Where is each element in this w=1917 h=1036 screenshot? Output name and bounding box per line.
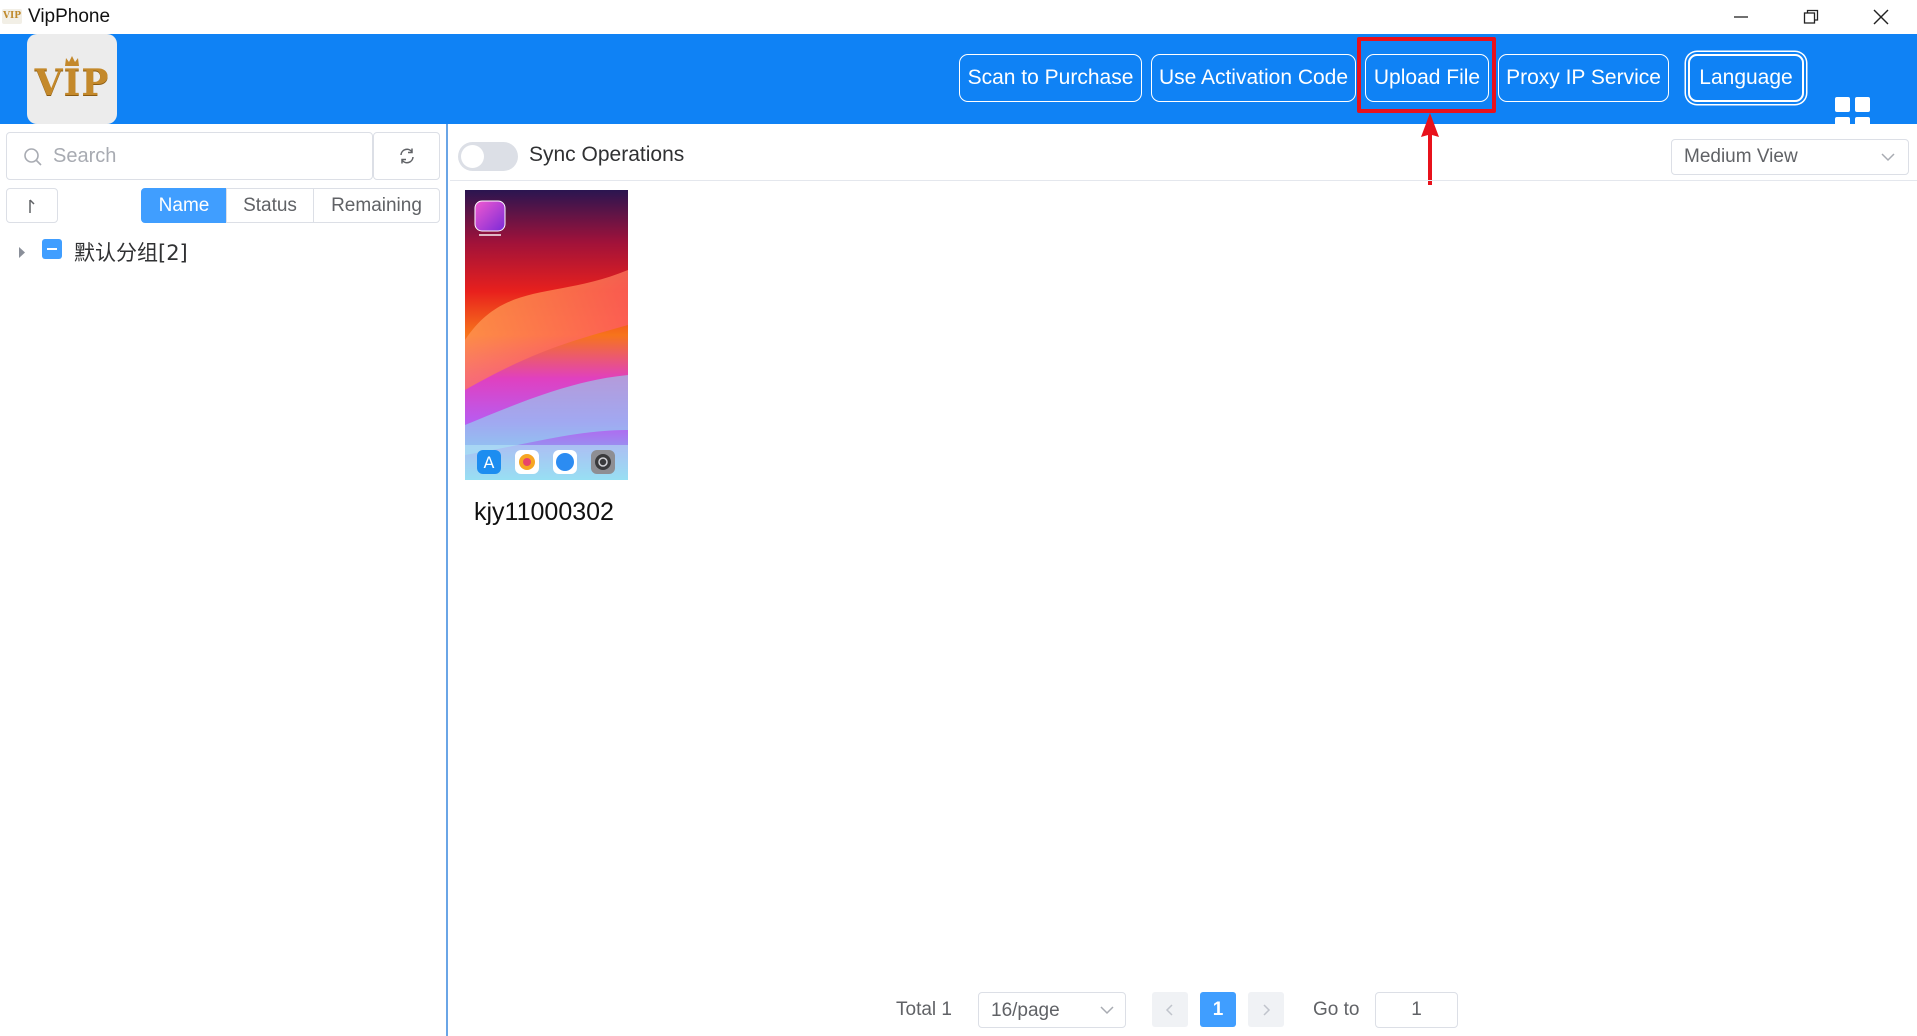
sort-order-button[interactable] — [6, 188, 58, 223]
refresh-button[interactable] — [373, 132, 440, 180]
minimize-button[interactable] — [1706, 0, 1776, 34]
page-number-current[interactable]: 1 — [1200, 992, 1236, 1027]
sort-tab-name[interactable]: Name — [141, 188, 227, 223]
toggle-knob — [461, 145, 484, 168]
chevron-left-icon — [1165, 1003, 1173, 1016]
goto-page-input[interactable] — [1375, 992, 1458, 1028]
restore-icon — [1803, 9, 1819, 24]
pagination-total: Total 1 — [896, 999, 952, 1020]
caret-right-icon[interactable] — [18, 247, 26, 258]
sort-up-icon — [29, 198, 35, 213]
next-page-button[interactable] — [1248, 992, 1284, 1027]
tree-group-row[interactable] — [0, 235, 440, 271]
close-icon — [1873, 9, 1889, 25]
refresh-icon — [399, 148, 414, 164]
vip-logo: VIP — [27, 34, 117, 124]
app-header: VIP Scan to Purchase Use Activation Code… — [0, 34, 1917, 132]
title-bar: VIP VipPhone — [0, 0, 1917, 34]
sidebar: Name Status Remaining 默认分组[2] — [0, 124, 448, 1036]
group-label: 默认分组[2] — [74, 241, 188, 265]
window-title: VipPhone — [28, 6, 111, 27]
chevron-down-icon — [1100, 1006, 1114, 1015]
use-activation-code-button[interactable]: Use Activation Code — [1151, 54, 1356, 102]
language-button[interactable]: Language — [1688, 54, 1804, 102]
minimize-icon — [1734, 16, 1748, 18]
sort-tab-status[interactable]: Status — [226, 188, 314, 223]
sync-toggle[interactable] — [458, 142, 518, 171]
upload-highlight-box — [1357, 37, 1496, 113]
prev-page-button[interactable] — [1152, 992, 1188, 1027]
logo-text: VIP — [34, 62, 110, 104]
sort-tab-remaining[interactable]: Remaining — [313, 188, 440, 223]
device-label[interactable]: kjy11000302 — [474, 498, 614, 527]
toolbar-divider — [450, 180, 1917, 181]
chevron-right-icon — [1263, 1003, 1271, 1016]
close-button[interactable] — [1846, 0, 1916, 34]
view-mode-value: Medium View — [1684, 146, 1798, 167]
proxy-ip-service-button[interactable]: Proxy IP Service — [1498, 54, 1669, 102]
search-icon — [24, 148, 42, 166]
goto-label: Go to — [1313, 999, 1360, 1020]
sync-operations-label: Sync Operations — [529, 143, 685, 166]
search-box — [6, 132, 373, 180]
restore-button[interactable] — [1776, 0, 1846, 34]
svg-text:A: A — [484, 453, 495, 472]
annotation-arrow — [1421, 113, 1439, 185]
chevron-down-icon — [1881, 153, 1895, 162]
app-icon: VIP — [2, 9, 22, 24]
grid-icon[interactable] — [1835, 97, 1871, 133]
search-input[interactable] — [53, 133, 363, 179]
device-screenshot: A — [465, 190, 628, 480]
page-size-value: 16/page — [991, 1000, 1060, 1021]
scan-to-purchase-button[interactable]: Scan to Purchase — [959, 54, 1142, 102]
page-size-select[interactable]: 16/page — [978, 992, 1126, 1028]
group-checkbox[interactable] — [42, 239, 62, 259]
device-card[interactable]: A — [465, 190, 628, 480]
view-mode-select[interactable]: Medium View — [1671, 139, 1909, 175]
